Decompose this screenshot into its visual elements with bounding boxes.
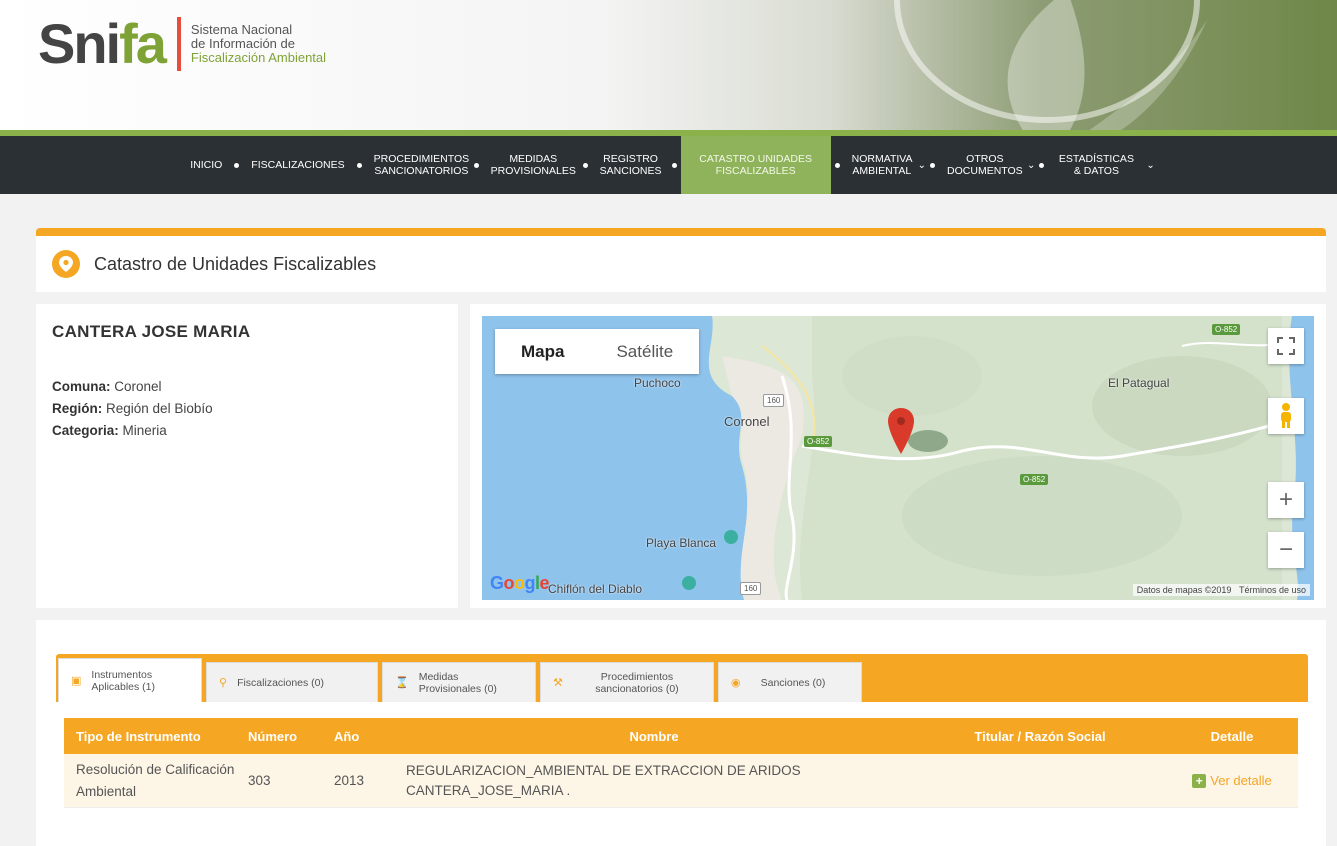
logo-separator [176, 17, 181, 71]
logo-word: Snifa [38, 12, 167, 75]
chevron-down-icon[interactable]: ⌄ [1146, 160, 1154, 171]
nav-separator-dot [671, 162, 677, 168]
tab-procedimientos[interactable]: ⚒ Procedimientos sancionatorios (0) [540, 662, 714, 702]
cell-tipo: Resolución de Calificación Ambiental [76, 761, 235, 799]
google-map[interactable]: Mapa Satélite Puchoco Coronel El Patagua… [482, 316, 1314, 600]
plus-square-icon: + [1192, 773, 1207, 788]
map-type-control: Mapa Satélite [495, 329, 700, 374]
cell-nombre: REGULARIZACION_AMBIENTAL DE EXTRACCION D… [406, 762, 801, 798]
col-nombre: Nombre [629, 728, 679, 744]
tab-instrumentos[interactable]: ▣ Instrumentos Aplicables (1) [58, 658, 202, 702]
location-pin-icon [52, 250, 80, 278]
logo-subtitle: Sistema Nacional de Información de Fisca… [190, 22, 327, 65]
road-badge: 160 [763, 394, 785, 407]
col-tipo: Tipo de Instrumento [76, 728, 201, 744]
unit-name: CANTERA JOSE MARIA [52, 322, 251, 341]
col-detalle: Detalle [1210, 728, 1254, 744]
nav-separator-dot [582, 162, 588, 168]
nav-separator-dot [356, 162, 362, 168]
street-view-pegman-icon[interactable] [1268, 398, 1304, 434]
section-header: Catastro de Unidades Fiscalizables [36, 236, 1326, 292]
instruments-panel: ▣ Instrumentos Aplicables (1) ⚲ Fiscalizac… [36, 620, 1326, 846]
gavel-icon: ⚒ [553, 676, 563, 689]
table-row: Resolución de Calificación Ambiental 303… [64, 754, 1298, 808]
nav-separator-dot [473, 162, 479, 168]
nav-separator-dot [930, 162, 936, 168]
instruments-table: Tipo de Instrumento Número Año Nombre Ti… [64, 718, 1298, 808]
nav-fiscalizaciones[interactable]: FISCALIZACIONES [243, 136, 352, 194]
cell-numero: 303 [248, 773, 271, 788]
cell-detalle: + Ver detalle [1166, 773, 1298, 788]
map-label-puchoco: Puchoco [634, 376, 681, 390]
map-marker-icon[interactable] [888, 408, 914, 459]
leaf-decoration [894, 0, 1207, 130]
col-anio: Año [334, 728, 360, 744]
nav-otros[interactable]: OTROS DOCUMENTOS [939, 136, 1025, 194]
document-icon: ▣ [71, 674, 82, 687]
search-icon: ⚲ [219, 676, 228, 689]
poi-pin-icon [724, 530, 738, 549]
hourglass-icon: ⌛ [395, 676, 409, 689]
road-badge: O-852 [804, 436, 833, 447]
road-badge: O-852 [1212, 324, 1241, 335]
poi-pin-icon [682, 576, 696, 595]
google-logo: Google [490, 573, 550, 593]
categoria-line: Categoria: Mineria [52, 423, 167, 438]
chevron-down-icon[interactable]: ⌄ [1027, 160, 1035, 171]
map-label-coronel: Coronel [724, 414, 770, 429]
nav-catastro[interactable]: CATASTRO UNIDADES FISCALIZABLES [680, 136, 831, 194]
road-badge: O-852 [1020, 474, 1049, 485]
tab-sanciones[interactable]: ◉ Sanciones (0) [718, 662, 862, 702]
map-label-el-patagual: El Patagual [1108, 376, 1170, 390]
page-title: Catastro de Unidades Fiscalizables [94, 253, 377, 274]
eye-icon: ◉ [731, 676, 741, 689]
nav-normativa[interactable]: NORMATIVA AMBIENTAL [844, 136, 916, 194]
table-header: Tipo de Instrumento Número Año Nombre Ti… [64, 718, 1298, 754]
nav-separator-dot [234, 162, 240, 168]
site-header: Snifa Sistema Nacional de Información de… [0, 0, 1337, 130]
map-label-playa-blanca: Playa Blanca [646, 536, 717, 550]
zoom-out-button[interactable]: − [1268, 532, 1304, 568]
nav-procedimientos[interactable]: PROCEDIMIENTOS SANCIONATORIOS [366, 136, 470, 194]
nav-separator-dot [834, 162, 840, 168]
unit-info-card: CANTERA JOSE MARIA Comuna: Coronel Regió… [36, 304, 458, 608]
map-type-satelite[interactable]: Satélite [590, 329, 699, 374]
nav-inicio[interactable]: INICIO [182, 136, 230, 194]
terms-link[interactable]: Términos de uso [1239, 585, 1306, 595]
nav-registro[interactable]: REGISTRO SANCIONES [592, 136, 668, 194]
nav-medidas[interactable]: MEDIDAS PROVISIONALES [483, 136, 579, 194]
cell-anio: 2013 [334, 773, 365, 788]
tabs-bar: ▣ Instrumentos Aplicables (1) ⚲ Fiscalizac… [56, 654, 1308, 702]
snifa-logo[interactable]: Snifa Sistema Nacional de Información de… [38, 16, 326, 72]
road-badge: 160 [740, 582, 762, 595]
map-card: Mapa Satélite Puchoco Coronel El Patagua… [470, 304, 1326, 608]
section-accent-bar [36, 228, 1326, 236]
region-line: Región: Región del Biobío [52, 401, 213, 416]
ver-detalle-link[interactable]: + Ver detalle [1192, 773, 1272, 788]
chevron-down-icon[interactable]: ⌄ [918, 160, 926, 171]
map-label-chiflon: Chiflón del Diablo [548, 582, 643, 596]
comuna-line: Comuna: Coronel [52, 379, 162, 394]
tab-fiscalizaciones[interactable]: ⚲ Fiscalizaciones (0) [206, 662, 378, 702]
col-numero: Número [248, 728, 298, 744]
tab-medidas[interactable]: ⌛ Medidas Provisionales (0) [382, 662, 536, 702]
map-attribution: Datos de mapas ©2019 Términos de uso [1132, 584, 1310, 596]
col-titular: Titular / Razón Social [974, 728, 1106, 744]
nav-separator-dot [1039, 162, 1045, 168]
fullscreen-icon[interactable] [1268, 328, 1304, 364]
zoom-in-button[interactable]: + [1268, 482, 1304, 518]
main-nav: INICIO FISCALIZACIONES PROCEDIMIENTOS SA… [0, 130, 1337, 194]
nav-estadisticas[interactable]: ESTADÍSTICAS & DATOS [1048, 136, 1144, 194]
map-type-mapa[interactable]: Mapa [495, 329, 590, 374]
